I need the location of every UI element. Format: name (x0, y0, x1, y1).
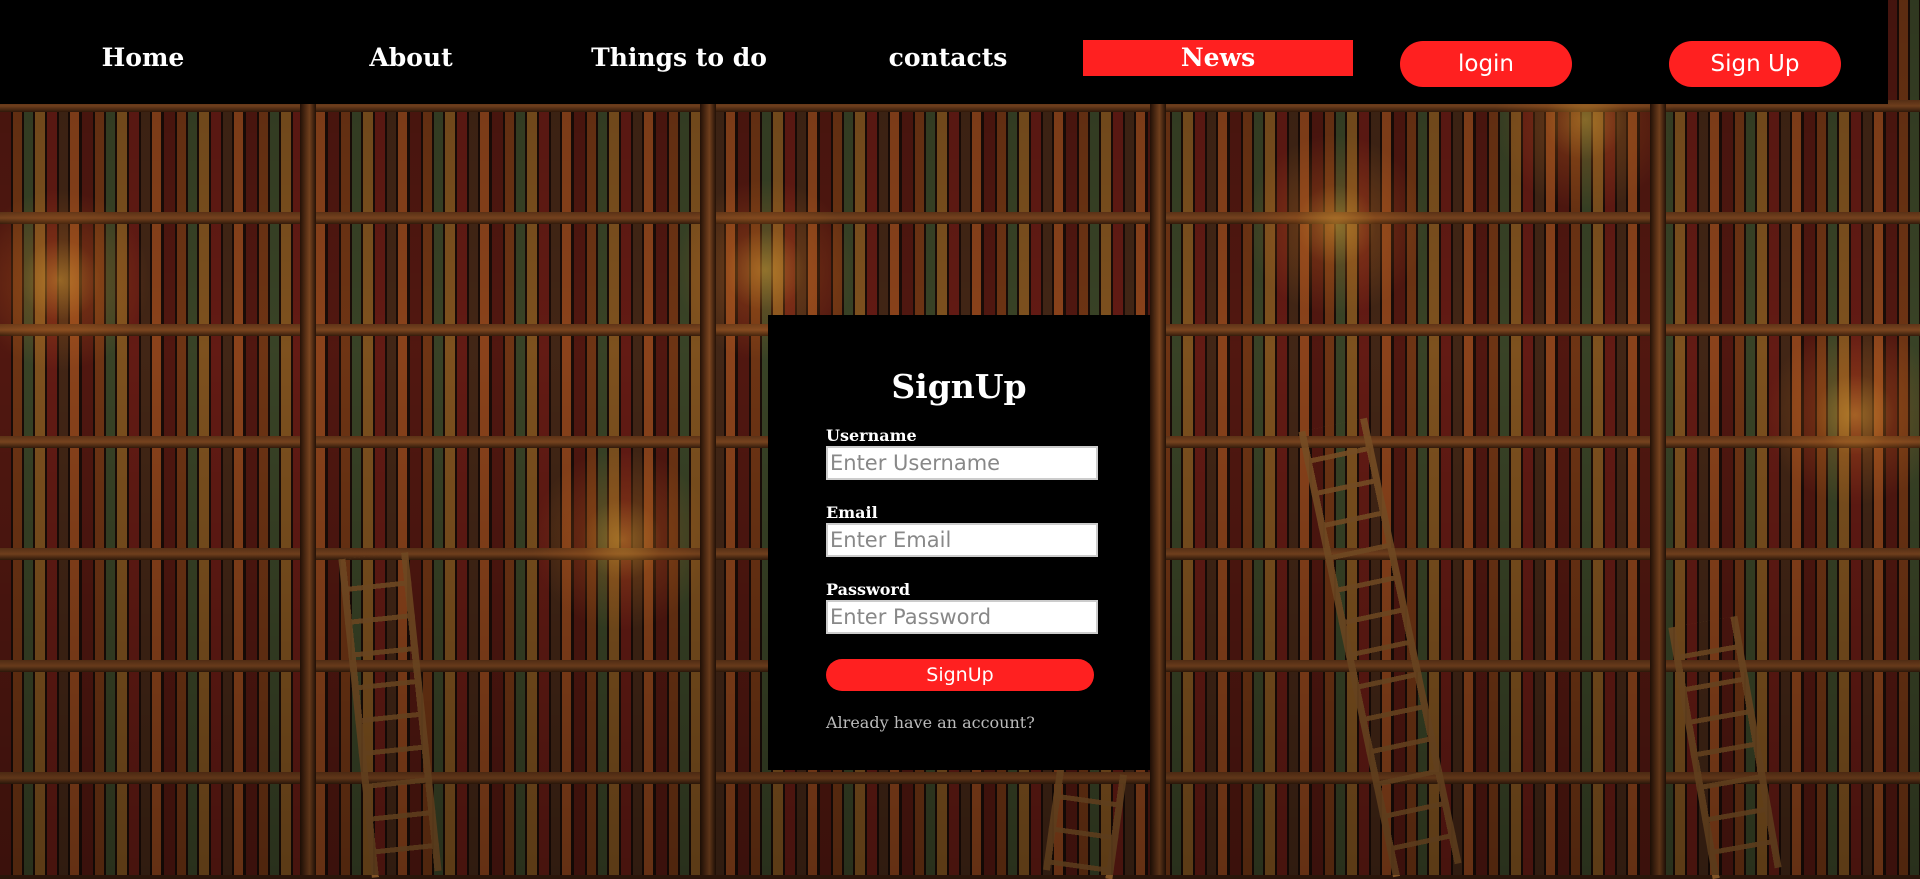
form-title: SignUp (891, 367, 1027, 406)
already-have-account-link[interactable]: Already have an account? (826, 713, 1035, 732)
username-input[interactable] (826, 446, 1098, 480)
signup-submit-button[interactable]: SignUp (826, 659, 1094, 691)
sign-up-button[interactable]: Sign Up (1669, 41, 1841, 87)
nav-home-link[interactable]: Home (8, 40, 278, 76)
nav-contacts-link[interactable]: contacts (813, 40, 1083, 76)
nav-things-to-do-link[interactable]: Things to do (544, 40, 814, 76)
login-button[interactable]: login (1400, 41, 1572, 87)
password-label: Password (826, 580, 911, 599)
nav-about-link[interactable]: About (276, 40, 546, 76)
username-label: Username (826, 426, 917, 445)
password-input[interactable] (826, 600, 1098, 634)
email-label: Email (826, 503, 878, 522)
top-navbar: Home About Things to do contacts News lo… (0, 0, 1888, 104)
nav-news-link[interactable]: News (1083, 40, 1353, 76)
email-input[interactable] (826, 523, 1098, 557)
signup-form: SignUp Username Email Password SignUp Al… (768, 315, 1150, 770)
